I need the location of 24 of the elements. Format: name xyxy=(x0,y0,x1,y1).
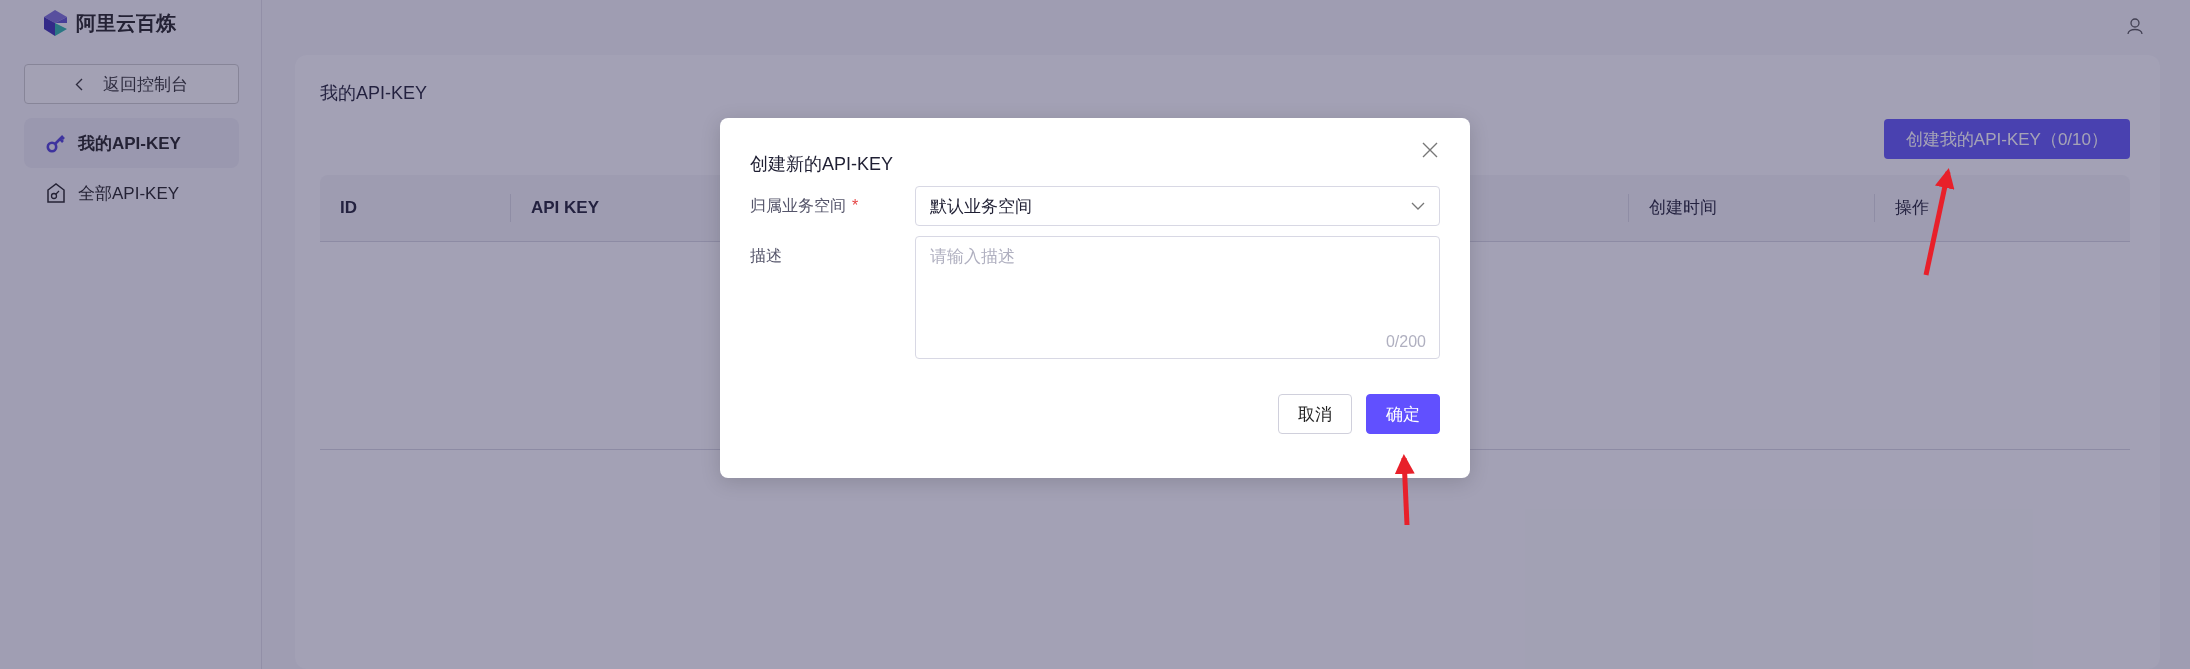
user-icon[interactable] xyxy=(2126,17,2144,35)
column-header: 创建时间 xyxy=(1628,194,1874,222)
page-title: 我的API-KEY xyxy=(320,82,429,105)
create-key-button[interactable]: 创建我的API-KEY（0/10） xyxy=(1883,119,2130,159)
house-key-icon xyxy=(46,182,66,204)
column-header: ID xyxy=(339,197,358,219)
brand-name: 阿里云百炼 xyxy=(76,10,176,36)
sidebar-item[interactable]: 全部API-KEY xyxy=(24,168,239,218)
column-header: 操作 xyxy=(1874,194,2130,222)
char-counter: 0/200 xyxy=(1385,333,1426,351)
annotation-arrow xyxy=(1394,454,1415,526)
field-label: 描述 xyxy=(750,246,783,266)
field-label: 归属业务空间 * xyxy=(750,196,860,216)
key-icon xyxy=(46,133,66,153)
dialog-title: 创建新的API-KEY xyxy=(750,153,894,176)
back-button[interactable]: 返回控制台 xyxy=(24,64,239,104)
close-icon[interactable] xyxy=(1422,142,1438,158)
space-select[interactable]: 默认业务空间 xyxy=(915,186,1440,226)
confirm-button[interactable]: 确定 xyxy=(1366,394,1440,434)
logo-icon xyxy=(42,9,68,37)
chevron-down-icon xyxy=(1411,202,1425,210)
sidebar-item[interactable]: 我的API-KEY xyxy=(24,118,239,168)
chevron-left-icon xyxy=(75,77,83,91)
cancel-button[interactable]: 取消 xyxy=(1278,394,1352,434)
